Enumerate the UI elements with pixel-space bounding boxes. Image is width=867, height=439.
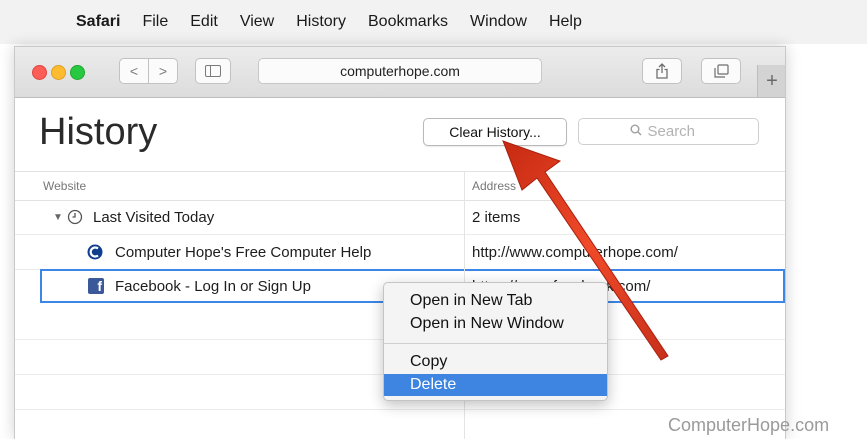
- watermark: ComputerHope.com: [668, 415, 830, 435]
- annotation-arrow-icon: [502, 140, 669, 361]
